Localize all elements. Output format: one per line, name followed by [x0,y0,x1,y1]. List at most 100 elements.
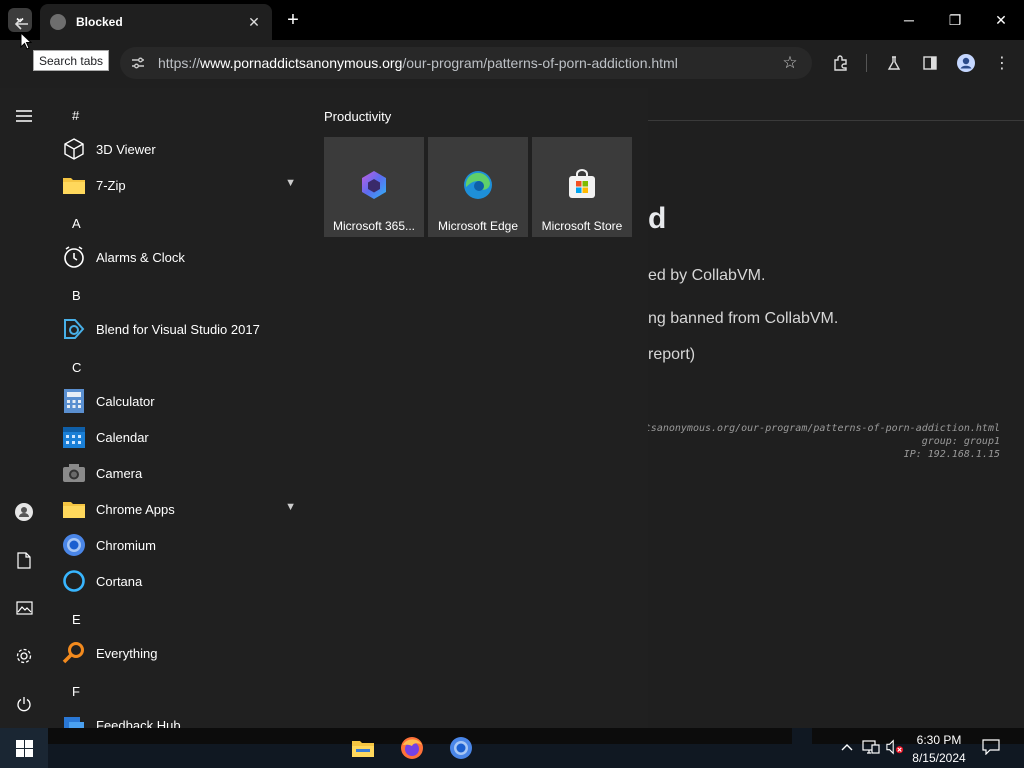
tile-microsoft-edge[interactable]: Microsoft Edge [428,137,528,237]
app-label: Camera [96,465,143,481]
app-everything[interactable]: Everything [62,636,308,670]
app-calculator[interactable]: Calculator [62,384,308,418]
arrow-left-icon [14,18,28,30]
address-bar[interactable]: https://www.pornaddictsanonymous.org/our… [120,47,812,79]
page-divider [648,120,1024,121]
url-host: www.pornaddictsanonymous.org [200,55,403,71]
app-label: Blend for Visual Studio 2017 [96,321,260,337]
tab-blocked[interactable]: Blocked ✕ [40,4,272,40]
app-chrome-apps[interactable]: Chrome Apps ▼ [62,492,308,526]
letter-header-e[interactable]: E [72,612,81,627]
cube-icon [62,137,86,161]
tile-label: Microsoft 365... [332,219,416,233]
app-label: Cortana [96,573,143,589]
edge-icon [464,171,492,199]
start-button[interactable] [0,728,48,768]
folder-icon [62,173,86,197]
chevron-down-icon[interactable]: ▼ [285,501,296,513]
taskbar-firefox[interactable] [398,734,426,762]
app-camera[interactable]: Camera [62,456,308,490]
url-text: https://www.pornaddictsanonymous.org/our… [158,55,780,71]
tile-microsoft-365[interactable]: Microsoft 365... [324,137,424,237]
site-info-icon[interactable] [128,53,148,73]
taskbar-file-explorer[interactable] [349,734,377,762]
camera-icon [62,461,86,485]
network-icon[interactable] [862,738,880,756]
letter-header-c[interactable]: C [72,360,81,375]
profile-avatar-icon[interactable] [955,52,977,74]
app-chromium[interactable]: Chromium [62,528,308,562]
url-scheme: https:// [158,55,201,71]
document-icon [17,551,31,569]
clock-date: 8/15/2024 [912,751,966,765]
documents-button[interactable] [0,540,48,580]
app-label: 7-Zip [96,177,126,193]
chevron-down-icon[interactable]: ▼ [285,177,296,189]
search-icon [62,641,86,665]
app-label: Alarms & Clock [96,249,185,265]
extensions-icon[interactable] [830,52,852,74]
menu-kebab-icon[interactable]: ⋮ [991,52,1013,74]
chromium-icon [450,737,472,759]
restore-button[interactable]: ❐ [932,0,978,40]
app-blend[interactable]: Blend for Visual Studio 2017 [62,312,308,346]
search-tabs-tooltip: Search tabs [33,50,110,71]
store-icon [569,169,595,198]
power-button[interactable] [0,684,48,724]
app-3d-viewer[interactable]: 3D Viewer [62,132,308,166]
app-alarms-clock[interactable]: Alarms & Clock [62,240,308,274]
bookmark-star-icon[interactable]: ☆ [780,53,800,73]
app-label: Chromium [96,537,156,553]
tile-label: Microsoft Store [541,219,623,233]
user-account-button[interactable] [0,492,48,532]
user-icon [15,503,33,521]
settings-button[interactable] [0,636,48,676]
app-list: # 3D Viewer 7-Zip ▼ A Alarms & Clock B B… [48,88,312,728]
blend-icon [62,317,86,341]
power-icon [17,697,31,712]
volume-muted-icon[interactable] [886,738,904,756]
picture-icon [15,601,33,615]
tile-microsoft-store[interactable]: Microsoft Store [532,137,632,237]
app-calendar[interactable]: Calendar [62,420,308,454]
close-window-button[interactable]: ✕ [978,0,1024,40]
windows-logo-icon [15,739,33,757]
letter-header-f[interactable]: F [72,684,80,699]
letter-header-hash[interactable]: # [72,108,79,123]
page-line-1: ed by CollabVM. [648,267,766,284]
notification-center-icon[interactable] [982,738,1000,756]
pictures-button[interactable] [0,588,48,628]
app-feedback-hub[interactable]: Feedback Hub [62,708,308,728]
labs-flask-icon[interactable] [883,52,905,74]
page-heading-fragment: d [648,202,667,235]
screen: { "browser": { "tab_title": "Blocked", "… [0,0,1024,768]
taskbar-chromium[interactable] [447,734,475,762]
minimize-button[interactable]: ─ [886,0,932,40]
tile-label: Microsoft Edge [437,219,519,233]
new-tab-button[interactable]: + [282,9,304,31]
expand-menu-button[interactable] [0,96,48,136]
chevron-up-icon[interactable] [838,738,856,756]
globe-icon [50,14,66,30]
app-7-zip[interactable]: 7-Zip ▼ [62,168,308,202]
app-cortana[interactable]: Cortana [62,564,308,598]
page-ip: IP: 192.168.1.15 [903,449,1000,460]
toolbar-divider [866,54,867,72]
mouse-cursor-icon [20,32,32,50]
letter-header-b[interactable]: B [72,288,81,303]
calendar-icon [62,425,86,449]
letter-header-a[interactable]: A [72,216,81,231]
firefox-icon [401,737,423,759]
tile-group-title[interactable]: Productivity [324,109,391,124]
cortana-icon [62,569,86,593]
side-panel-icon[interactable] [919,52,941,74]
close-tab-icon[interactable]: ✕ [246,14,262,30]
tab-title: Blocked [76,15,123,29]
hamburger-icon [16,110,32,122]
calculator-icon [62,389,86,413]
feedback-icon [62,713,86,728]
taskbar-clock[interactable]: 6:30 PM 8/15/2024 [904,731,974,767]
app-label: Chrome Apps [96,501,175,517]
app-label: 3D Viewer [96,141,156,157]
page-group: group: group1 [921,436,1000,447]
